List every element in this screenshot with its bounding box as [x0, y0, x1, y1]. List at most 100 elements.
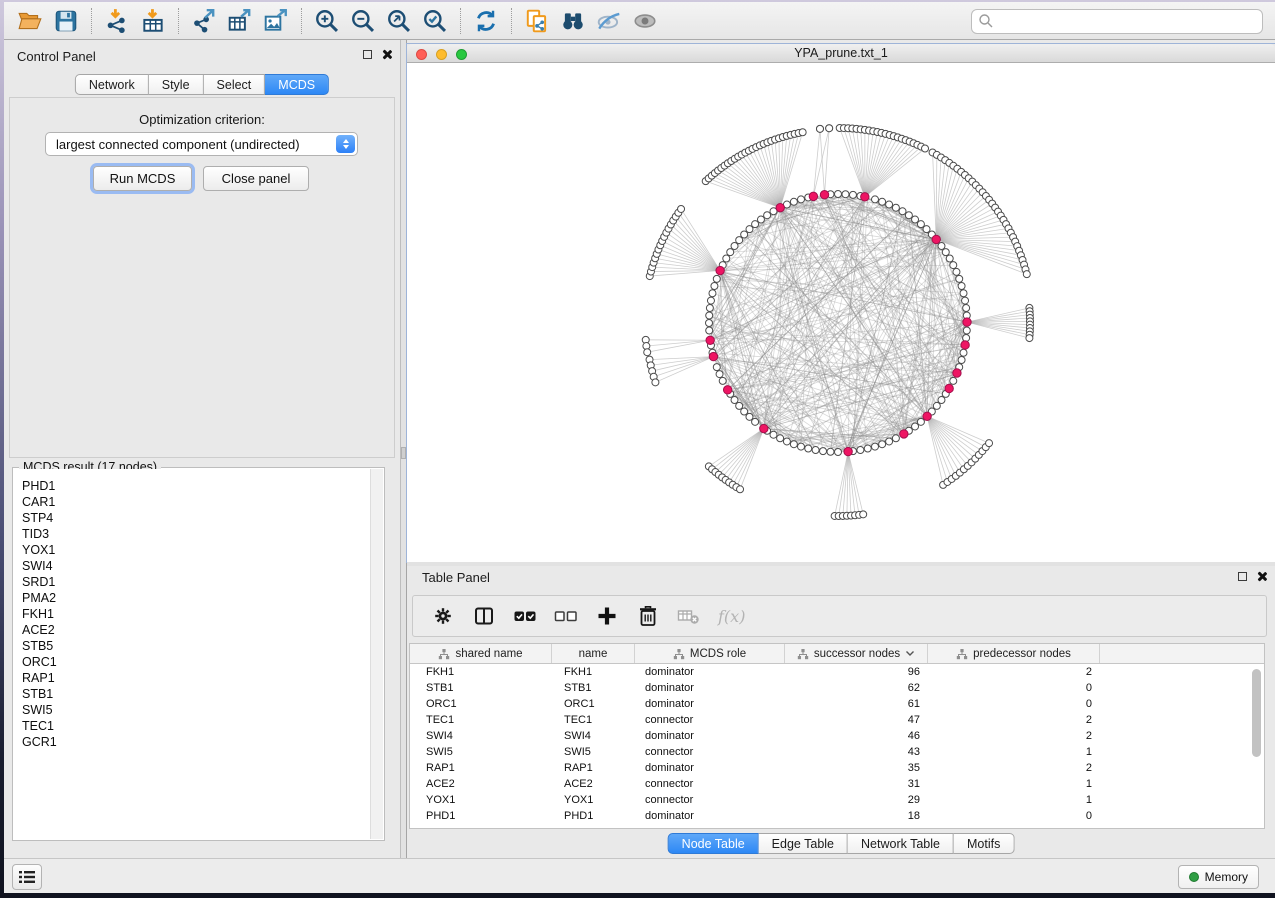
tab-motifs[interactable]: Motifs — [954, 833, 1014, 854]
column-header-shared-name[interactable]: shared name — [410, 644, 552, 663]
table-cell: SWI4 — [410, 728, 552, 744]
mcds-result-item[interactable]: PMA2 — [14, 590, 370, 606]
mcds-result-list: PHD1CAR1STP4TID3YOX1SWI4SRD1PMA2FKH1ACE2… — [14, 469, 370, 839]
table-cell: dominator — [635, 696, 785, 712]
export-table-icon — [227, 8, 253, 34]
status-bar: Memory — [4, 858, 1275, 893]
search-field-wrap — [971, 9, 1263, 34]
float-panel-icon[interactable] — [1238, 572, 1247, 581]
mcds-result-item[interactable]: ORC1 — [14, 654, 370, 670]
zoom-out-button[interactable] — [345, 5, 381, 37]
table-row[interactable]: ACE2ACE2connector311 — [410, 776, 1264, 792]
table-row[interactable]: PHD1PHD1dominator180 — [410, 808, 1264, 824]
open-file-button[interactable] — [12, 5, 48, 37]
export-image-button[interactable] — [258, 5, 294, 37]
show-columns-button[interactable] — [472, 604, 496, 628]
tab-network[interactable]: Network — [75, 74, 149, 95]
select-all-checkboxes-button[interactable] — [513, 604, 537, 628]
mcds-result-item[interactable]: STB5 — [14, 638, 370, 654]
memory-button[interactable]: Memory — [1178, 865, 1259, 889]
mcds-result-item[interactable]: TID3 — [14, 526, 370, 542]
tab-select[interactable]: Select — [204, 74, 266, 95]
import-network-icon — [104, 8, 130, 34]
toolbar-separator — [178, 8, 179, 34]
new-network-from-selection-button[interactable] — [519, 5, 555, 37]
table-row[interactable]: SWI5SWI5connector431 — [410, 744, 1264, 760]
mcds-result-item[interactable]: SRD1 — [14, 574, 370, 590]
mcds-result-item[interactable]: GCR1 — [14, 734, 370, 750]
tab-network-table[interactable]: Network Table — [848, 833, 954, 854]
table-cell: FKH1 — [410, 664, 552, 680]
network-graph[interactable] — [407, 63, 1275, 562]
optimization-criterion-select[interactable]: largest connected component (undirected) — [45, 132, 358, 156]
mcds-result-item[interactable]: RAP1 — [14, 670, 370, 686]
import-network-button[interactable] — [99, 5, 135, 37]
close-panel-icon[interactable] — [1256, 571, 1267, 582]
mcds-result-item[interactable]: PHD1 — [14, 478, 370, 494]
delete-columns-button[interactable] — [636, 604, 660, 628]
right-column: YPA_prune.txt_1 Table Panel — [407, 40, 1275, 858]
mcds-result-item[interactable]: TEC1 — [14, 718, 370, 734]
table-options-gear-button[interactable] — [431, 604, 455, 628]
first-neighbors-button[interactable] — [555, 5, 591, 37]
import-table-button[interactable] — [135, 5, 171, 37]
vertical-splitter[interactable] — [400, 40, 407, 858]
table-row[interactable]: YOX1YOX1connector291 — [410, 792, 1264, 808]
mcds-result-item[interactable]: SWI5 — [14, 702, 370, 718]
tab-style[interactable]: Style — [149, 74, 204, 95]
table-row[interactable]: STB1STB1dominator620 — [410, 680, 1264, 696]
column-header-successor-nodes[interactable]: successor nodes — [785, 644, 928, 663]
save-session-button[interactable] — [48, 5, 84, 37]
network-window-title: YPA_prune.txt_1 — [407, 46, 1275, 60]
table-scrollbar[interactable] — [1252, 669, 1261, 757]
show-task-history-button[interactable] — [12, 864, 42, 890]
tab-mcds[interactable]: MCDS — [265, 74, 329, 95]
mcds-list-scrollbar[interactable] — [370, 469, 383, 839]
chevron-down-icon[interactable] — [905, 650, 915, 657]
splitter-handle[interactable] — [401, 447, 406, 459]
table-row[interactable]: RAP1RAP1dominator352 — [410, 760, 1264, 776]
mcds-result-item[interactable]: FKH1 — [14, 606, 370, 622]
column-header-name[interactable]: name — [552, 644, 635, 663]
search-input[interactable] — [971, 9, 1263, 34]
mcds-result-item[interactable]: STP4 — [14, 510, 370, 526]
mcds-result-item[interactable]: STB1 — [14, 686, 370, 702]
export-table-button[interactable] — [222, 5, 258, 37]
mcds-result-item[interactable]: CAR1 — [14, 494, 370, 510]
add-column-button[interactable] — [595, 604, 619, 628]
show-all-button[interactable] — [627, 5, 663, 37]
column-header-label: predecessor nodes — [973, 648, 1071, 660]
close-panel-icon[interactable] — [381, 49, 392, 60]
table-row[interactable]: ORC1ORC1dominator610 — [410, 696, 1264, 712]
toolbar-separator — [301, 8, 302, 34]
refresh-layout-button[interactable] — [468, 5, 504, 37]
network-window-titlebar[interactable]: YPA_prune.txt_1 — [407, 44, 1275, 63]
tab-edge-table[interactable]: Edge Table — [759, 833, 848, 854]
delete-table-button[interactable] — [677, 604, 701, 628]
table-row[interactable]: SWI4SWI4dominator462 — [410, 728, 1264, 744]
column-header-label: name — [579, 648, 608, 660]
run-mcds-button[interactable]: Run MCDS — [93, 166, 192, 191]
column-header-predecessor-nodes[interactable]: predecessor nodes — [928, 644, 1100, 663]
mcds-result-item[interactable]: ACE2 — [14, 622, 370, 638]
table-cell: 43 — [785, 744, 928, 760]
zoom-in-button[interactable] — [309, 5, 345, 37]
binoculars-icon — [560, 8, 586, 34]
close-panel-button[interactable]: Close panel — [203, 166, 309, 191]
mcds-result-item[interactable]: SWI4 — [14, 558, 370, 574]
export-network-button[interactable] — [186, 5, 222, 37]
table-row[interactable]: TEC1TEC1connector472 — [410, 712, 1264, 728]
mcds-result-item[interactable]: YOX1 — [14, 542, 370, 558]
zoom-fit-button[interactable] — [381, 5, 417, 37]
table-cell: PHD1 — [552, 808, 635, 824]
function-builder-button[interactable]: f(x) — [718, 607, 745, 626]
tab-node-table[interactable]: Node Table — [668, 833, 759, 854]
table-row[interactable]: FKH1FKH1dominator962 — [410, 664, 1264, 680]
float-panel-icon[interactable] — [363, 50, 372, 59]
deselect-all-checkboxes-button[interactable] — [554, 604, 578, 628]
table-cell: RAP1 — [552, 760, 635, 776]
hide-selected-button[interactable] — [591, 5, 627, 37]
network-canvas[interactable] — [407, 63, 1275, 562]
zoom-selected-button[interactable] — [417, 5, 453, 37]
column-header-mcds-role[interactable]: MCDS role — [635, 644, 785, 663]
